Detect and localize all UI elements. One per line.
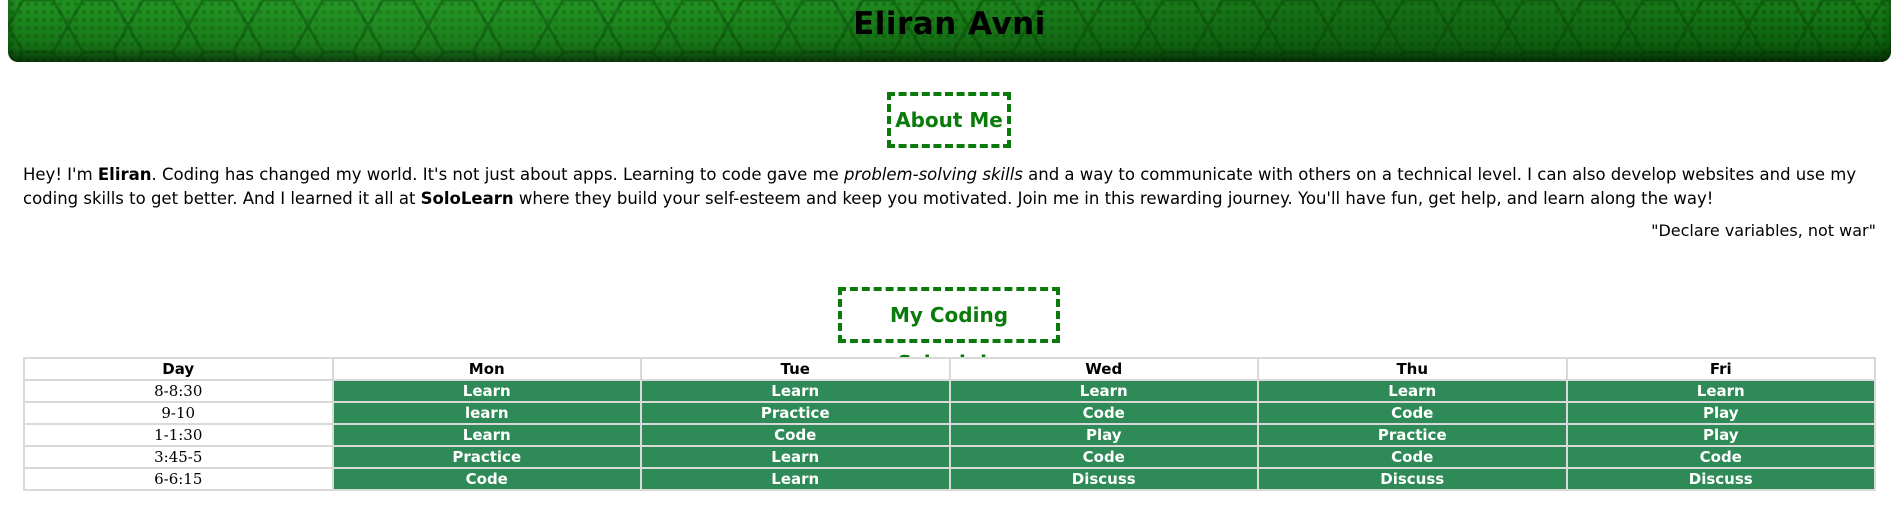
activity-cell: Code [950, 403, 1257, 423]
column-header-mon: Mon [333, 359, 640, 379]
about-text-1: Hey! I'm [23, 165, 98, 184]
activity-cell: Code [950, 447, 1257, 467]
table-row: 6-6:15 Code Learn Discuss Discuss Discus… [25, 469, 1874, 489]
schedule-heading: My Coding Schedule [838, 287, 1060, 375]
activity-cell: Play [1567, 403, 1874, 423]
schedule-table: Day Mon Tue Wed Thu Fri 8-8:30 Learn Lea… [23, 357, 1876, 491]
activity-cell: Play [1567, 425, 1874, 445]
time-cell: 6-6:15 [25, 469, 332, 489]
time-cell: 9-10 [25, 403, 332, 423]
activity-cell: Play [950, 425, 1257, 445]
table-row: 8-8:30 Learn Learn Learn Learn Learn [25, 381, 1874, 401]
about-text-2: . Coding has changed my world. It's not … [151, 165, 844, 184]
activity-cell: Learn [642, 469, 949, 489]
activity-cell: Learn [950, 381, 1257, 401]
activity-cell: Learn [1567, 381, 1874, 401]
activity-cell: Learn [333, 425, 640, 445]
page-title: Eliran Avni [853, 6, 1046, 42]
about-me-heading: About Me [887, 92, 1011, 148]
about-site: SoloLearn [420, 189, 514, 208]
activity-cell: Practice [1259, 425, 1566, 445]
activity-cell: Discuss [1259, 469, 1566, 489]
activity-cell: Code [1567, 447, 1874, 467]
table-row: 3:45-5 Practice Learn Code Code Code [25, 447, 1874, 467]
activity-cell: Learn [1259, 381, 1566, 401]
about-name: Eliran [97, 165, 152, 184]
activity-cell: Practice [333, 447, 640, 467]
activity-cell: Code [642, 425, 949, 445]
activity-cell: Learn [642, 447, 949, 467]
activity-cell: Discuss [950, 469, 1257, 489]
about-text-4: where they build your self-esteem and ke… [513, 189, 1714, 208]
activity-cell: Code [1259, 403, 1566, 423]
column-header-wed: Wed [950, 359, 1257, 379]
time-cell: 1-1:30 [25, 425, 332, 445]
header-banner: Eliran Avni [8, 0, 1891, 62]
activity-cell: Learn [642, 381, 949, 401]
table-row: 9-10 learn Practice Code Code Play [25, 403, 1874, 423]
activity-cell: Learn [333, 381, 640, 401]
activity-cell: Practice [642, 403, 949, 423]
column-header-tue: Tue [642, 359, 949, 379]
column-header-day: Day [25, 359, 332, 379]
table-header-row: Day Mon Tue Wed Thu Fri [25, 359, 1874, 379]
table-row: 1-1:30 Learn Code Play Practice Play [25, 425, 1874, 445]
about-paragraph: Hey! I'm Eliran. Coding has changed my w… [23, 163, 1873, 211]
time-cell: 3:45-5 [25, 447, 332, 467]
column-header-fri: Fri [1567, 359, 1874, 379]
quote: "Declare variables, not war" [1651, 221, 1876, 240]
activity-cell: Code [1259, 447, 1566, 467]
column-header-thu: Thu [1259, 359, 1566, 379]
activity-cell: learn [333, 403, 640, 423]
time-cell: 8-8:30 [25, 381, 332, 401]
activity-cell: Code [333, 469, 640, 489]
activity-cell: Discuss [1567, 469, 1874, 489]
about-skills: problem-solving skills [843, 165, 1023, 184]
